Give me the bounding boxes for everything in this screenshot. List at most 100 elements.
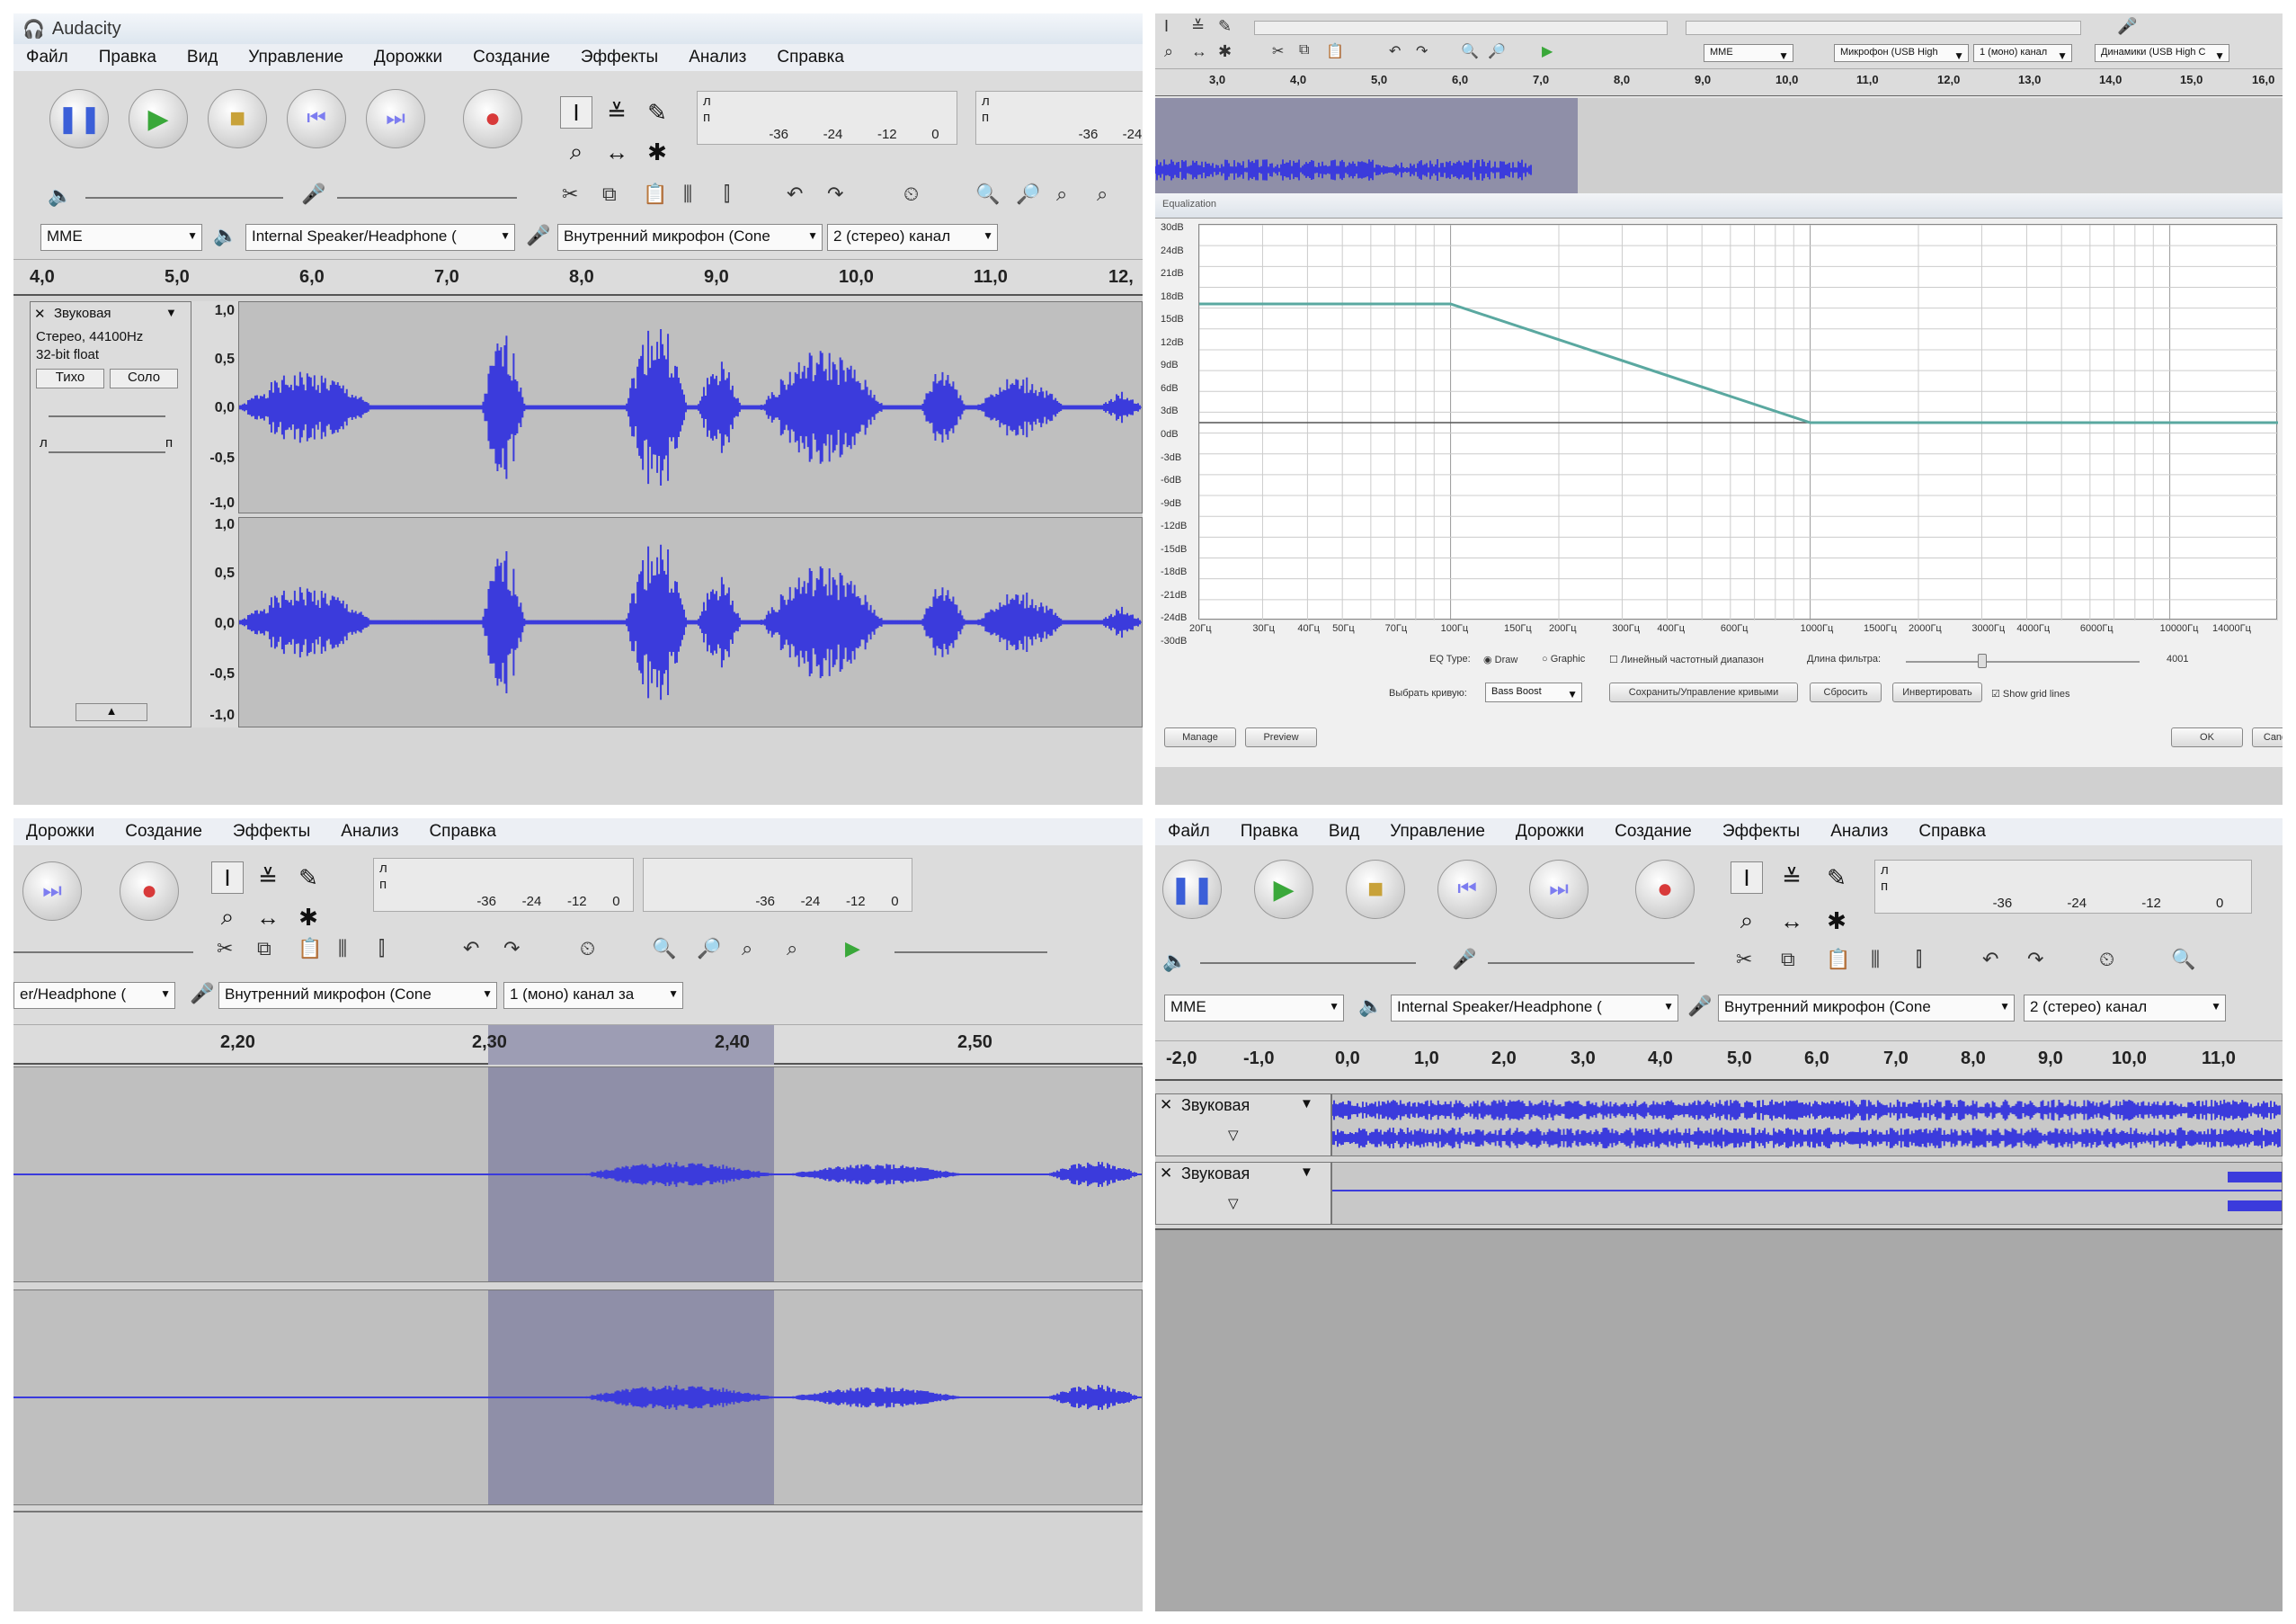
play-button[interactable]: ▶ xyxy=(1254,860,1313,919)
zoom-out-icon[interactable]: 🔎 xyxy=(1016,183,1040,206)
undo-icon[interactable]: ↶ xyxy=(463,937,479,960)
host-select[interactable]: MME xyxy=(40,224,202,251)
envelope-tool-icon[interactable]: ≚ xyxy=(252,861,284,894)
fit-project-icon[interactable]: ⌕ xyxy=(1097,183,1108,206)
multi-tool-icon[interactable]: ✱ xyxy=(1820,905,1853,937)
linear-freq-checkbox[interactable]: ☐ Линейный частотный диапазон xyxy=(1609,654,1764,665)
undo-icon[interactable]: ↶ xyxy=(1389,42,1401,60)
sync-lock-icon[interactable]: ⏲ xyxy=(580,937,595,960)
cancel-button[interactable]: Cancel xyxy=(2252,727,2283,747)
pan-slider[interactable] xyxy=(49,451,165,453)
zoom-tool-icon[interactable]: ⌕ xyxy=(1731,905,1763,937)
play-at-speed-icon[interactable]: ▶ xyxy=(845,937,860,960)
zoom-tool-icon[interactable]: ⌕ xyxy=(1164,42,1173,61)
menu-edit[interactable]: Правка xyxy=(1241,822,1298,842)
output-device-select[interactable]: er/Headphone ( xyxy=(13,982,175,1009)
waveform-right-channel[interactable] xyxy=(238,517,1143,727)
silence-icon[interactable]: ⫿ xyxy=(724,183,730,206)
collapse-track-button[interactable]: ▲ xyxy=(76,703,147,721)
timeline-ruler[interactable]: 4,0 5,0 6,0 7,0 8,0 9,0 10,0 11,0 12, xyxy=(13,260,1143,296)
mute-button[interactable]: Тихо xyxy=(36,369,104,388)
track-name-menu[interactable]: Звуковая xyxy=(1181,1164,1250,1183)
track2-waveform[interactable] xyxy=(1331,1162,2283,1225)
manage-button[interactable]: Manage xyxy=(1164,727,1236,747)
record-meter[interactable] xyxy=(1254,21,1668,35)
record-meter[interactable]: -36 -24 -12 0 xyxy=(643,858,912,912)
copy-icon[interactable]: ⧉ xyxy=(1781,948,1795,971)
expand-track-icon[interactable]: ▽ xyxy=(1228,1127,1239,1143)
track-name-menu[interactable]: Звуковая xyxy=(54,306,111,321)
menu-help[interactable]: Справка xyxy=(429,822,496,842)
curve-select[interactable]: Bass Boost xyxy=(1485,683,1582,702)
envelope-tool-icon[interactable]: ≚ xyxy=(601,96,633,129)
draw-tool-icon[interactable]: ✎ xyxy=(292,861,325,894)
waveform-left-channel[interactable] xyxy=(238,301,1143,513)
multi-tool-icon[interactable]: ✱ xyxy=(1218,42,1232,61)
chevron-down-icon[interactable]: ▼ xyxy=(165,306,177,319)
expand-track-icon[interactable]: ▽ xyxy=(1228,1195,1239,1211)
close-track-icon[interactable]: ✕ xyxy=(1160,1164,1172,1182)
fit-selection-icon[interactable]: ⌕ xyxy=(1056,183,1067,206)
close-track-icon[interactable]: ✕ xyxy=(34,306,46,322)
menu-effects[interactable]: Эффекты xyxy=(581,48,658,67)
zoom-tool-icon[interactable]: ⌕ xyxy=(211,901,244,933)
timeline-ruler[interactable]: 2,20 2,30 2,40 2,50 xyxy=(13,1025,1143,1065)
selection-tool-icon[interactable]: I xyxy=(211,861,244,894)
zoom-out-icon[interactable]: 🔎 xyxy=(697,937,721,960)
stop-button[interactable]: ■ xyxy=(1346,860,1405,919)
menu-generate[interactable]: Создание xyxy=(1615,822,1692,842)
solo-button[interactable]: Соло xyxy=(110,369,178,388)
draw-tool-icon[interactable]: ✎ xyxy=(1820,861,1853,894)
eq-curve-graph[interactable] xyxy=(1198,224,2278,620)
sync-lock-icon[interactable]: ⏲ xyxy=(903,183,919,206)
output-device-select[interactable]: Динамики (USB High C xyxy=(2095,44,2229,62)
timeshift-tool-icon[interactable]: ↔ xyxy=(601,136,633,168)
menu-effects[interactable]: Эффекты xyxy=(1722,822,1800,842)
trim-icon[interactable]: ⫼ xyxy=(683,183,692,206)
zoom-out-icon[interactable]: 🔎 xyxy=(1488,42,1506,60)
close-track-icon[interactable]: ✕ xyxy=(1160,1096,1172,1114)
multi-tool-icon[interactable]: ✱ xyxy=(292,901,325,933)
sync-lock-icon[interactable]: ⏲ xyxy=(2099,948,2114,971)
timeshift-tool-icon[interactable]: ↔ xyxy=(1775,905,1808,937)
menu-analyze[interactable]: Анализ xyxy=(689,48,746,67)
menu-help[interactable]: Справка xyxy=(1918,822,1986,842)
redo-icon[interactable]: ↷ xyxy=(2027,948,2043,971)
skip-end-button[interactable]: ⏭ xyxy=(1529,860,1589,919)
silence-icon[interactable]: ⫿ xyxy=(378,937,385,960)
zoom-in-icon[interactable]: 🔍 xyxy=(975,183,1000,206)
filter-length-thumb[interactable] xyxy=(1978,654,1987,668)
timeline-ruler[interactable]: 3,0 4,0 5,0 6,0 7,0 8,0 9,0 10,0 11,0 12… xyxy=(1155,69,2283,96)
skip-start-button[interactable]: ⏮ xyxy=(287,89,346,148)
menu-tracks[interactable]: Дорожки xyxy=(26,822,94,842)
skip-start-button[interactable]: ⏮ xyxy=(1437,860,1497,919)
skip-end-button[interactable]: ⏭ xyxy=(366,89,425,148)
paste-icon[interactable]: 📋 xyxy=(643,183,667,206)
envelope-tool-icon[interactable]: ≚ xyxy=(1775,861,1808,894)
channels-select[interactable]: 1 (моно) канал xyxy=(1973,44,2072,62)
copy-icon[interactable]: ⧉ xyxy=(602,183,617,206)
silence-icon[interactable]: ⫿ xyxy=(1916,948,1922,971)
zoom-in-icon[interactable]: 🔍 xyxy=(2171,948,2195,971)
menu-control[interactable]: Управление xyxy=(1390,822,1485,842)
selection-tool-icon[interactable]: I xyxy=(1731,861,1763,894)
waveform-right-channel[interactable] xyxy=(13,1289,1143,1505)
menu-generate[interactable]: Создание xyxy=(473,48,550,67)
fit-selection-icon[interactable]: ⌕ xyxy=(742,937,752,960)
invert-button[interactable]: Инвертировать xyxy=(1892,683,1982,702)
copy-icon[interactable]: ⧉ xyxy=(257,937,271,960)
show-grid-checkbox[interactable]: ☑ Show grid lines xyxy=(1991,688,2070,700)
menu-analyze[interactable]: Анализ xyxy=(1830,822,1888,842)
menu-help[interactable]: Справка xyxy=(777,48,844,67)
play-button[interactable]: ▶ xyxy=(129,89,188,148)
play-at-speed-icon[interactable]: ▶ xyxy=(1542,42,1553,60)
menu-view[interactable]: Вид xyxy=(187,48,218,67)
draw-tool-icon[interactable]: ✎ xyxy=(1218,17,1232,36)
pause-button[interactable]: ❚❚ xyxy=(1162,860,1222,919)
cut-icon[interactable]: ✂ xyxy=(217,937,233,960)
input-device-select[interactable]: Микрофон (USB High xyxy=(1834,44,1969,62)
playback-volume-slider[interactable] xyxy=(85,197,283,199)
redo-icon[interactable]: ↷ xyxy=(1416,42,1428,60)
playback-meter[interactable]: л п -36 -24 -12 0 xyxy=(697,91,957,145)
track-name-menu[interactable]: Звуковая xyxy=(1181,1096,1250,1115)
